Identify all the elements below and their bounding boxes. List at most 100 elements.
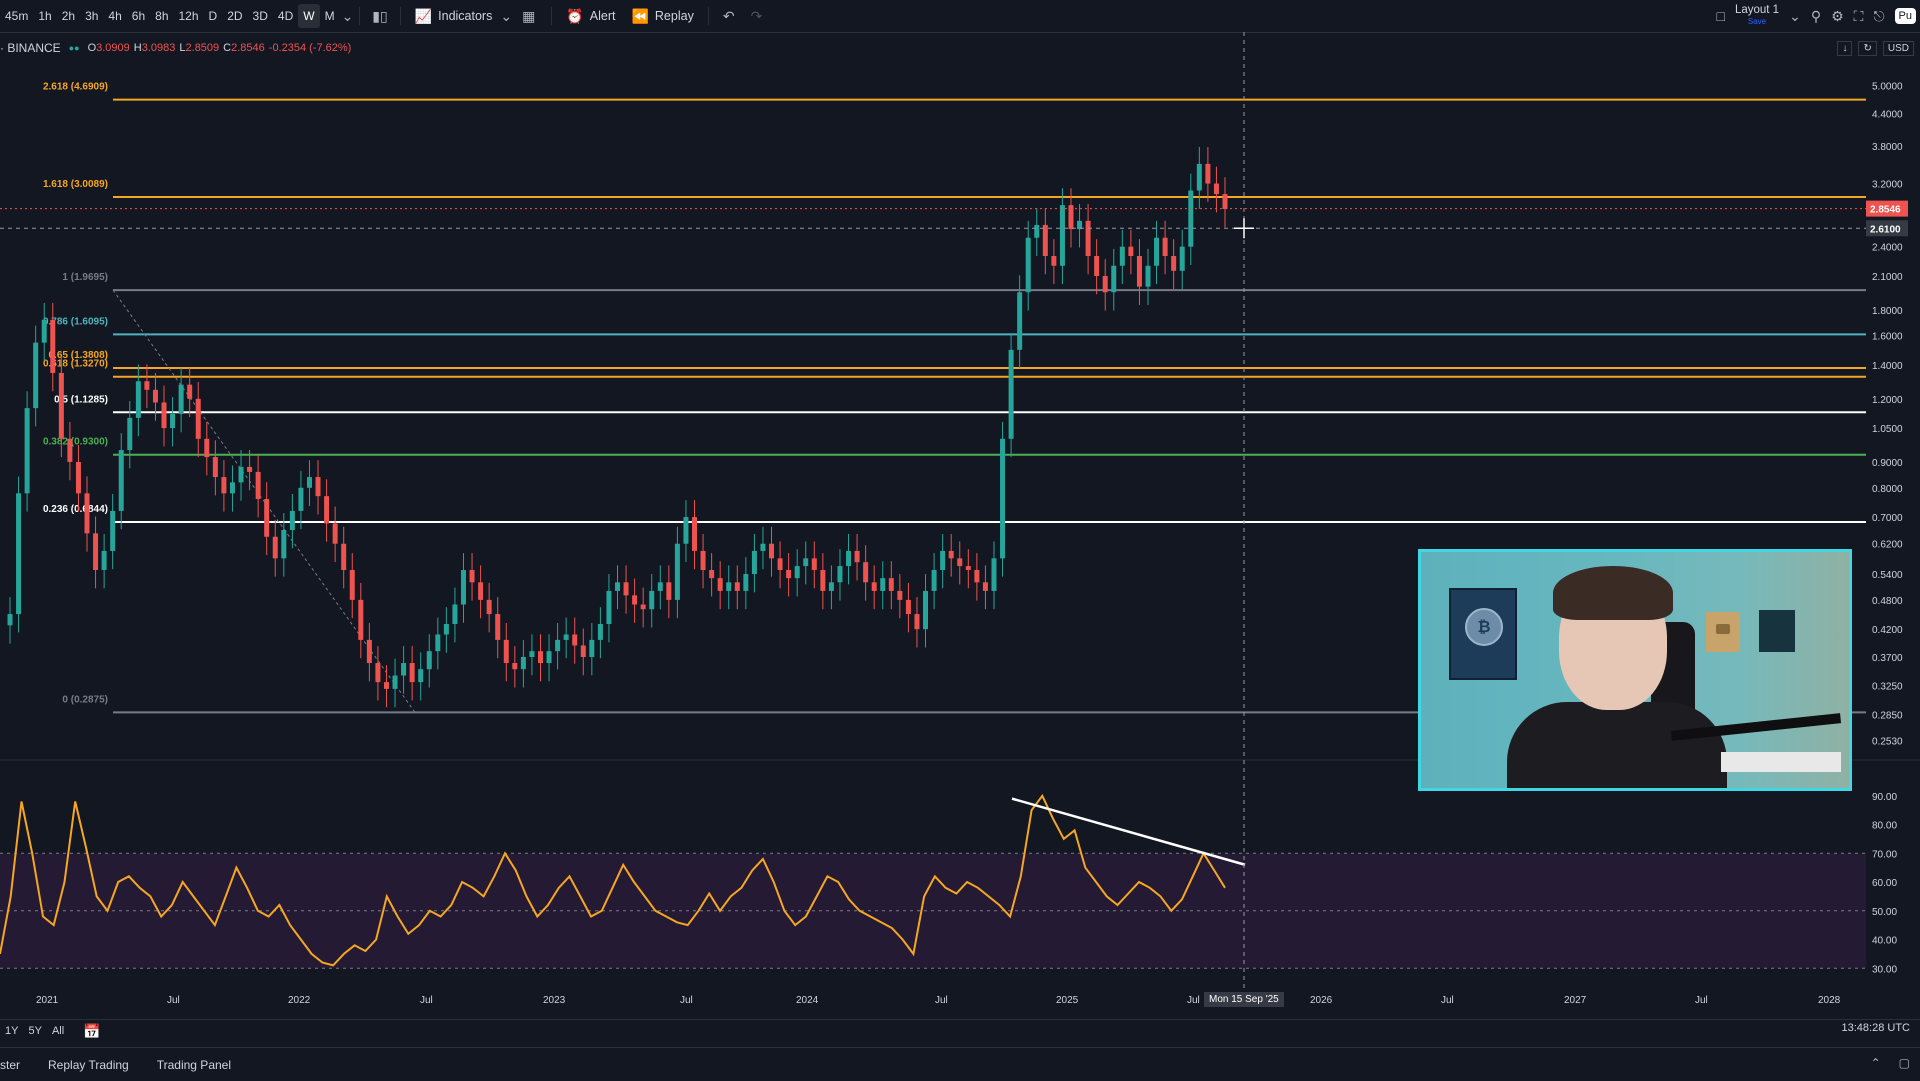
candle-body (529, 651, 535, 658)
candle-body (349, 570, 355, 600)
candle-body (341, 543, 347, 571)
layout-name: Layout 1 (1734, 4, 1780, 16)
panel-tab[interactable]: Trading Panel (143, 1058, 245, 1072)
panel-tab[interactable]: Replay Trading (34, 1058, 143, 1072)
timeframe-6h[interactable]: 6h (127, 4, 150, 28)
timeframe-D[interactable]: D (204, 4, 223, 28)
candle-body (923, 590, 929, 630)
candle-body (1102, 275, 1108, 293)
candle-body (974, 570, 980, 583)
price-tick-label: 0.7000 (1872, 513, 1903, 524)
candle-body (460, 570, 466, 605)
timeframe-3D[interactable]: 3D (248, 4, 273, 28)
candle-body (152, 389, 158, 403)
clock[interactable]: 13:48:28 UTC (1842, 1022, 1910, 1034)
candlestick-type-icon[interactable]: ▮▯ (366, 8, 393, 25)
candle-body (1034, 224, 1040, 238)
divider (359, 7, 361, 25)
price-tick-label: 0.6200 (1872, 540, 1903, 551)
range-button-all[interactable]: All (47, 1025, 69, 1037)
range-bar: 1Y 5Y All 📅 (0, 1019, 1920, 1042)
timeframe-2h[interactable]: 2h (57, 4, 80, 28)
timeframe-M[interactable]: M (320, 4, 340, 28)
fib-level-label: 2.618 (4.6909) (43, 82, 108, 93)
chevron-down-icon[interactable]: ⌄ (500, 8, 512, 25)
chevron-down-icon[interactable]: ⌄ (1789, 8, 1801, 25)
candle-body (1085, 220, 1091, 257)
candle-body (512, 663, 518, 670)
candle-body (41, 319, 47, 343)
candle-body (435, 634, 441, 652)
candle-body (255, 471, 261, 500)
candle-body (1213, 183, 1219, 195)
candle-body (837, 566, 843, 583)
candle-body (794, 566, 800, 579)
replay-button[interactable]: ⏪ Replay (623, 4, 701, 28)
camera-icon[interactable]: ⎋ (1873, 8, 1884, 25)
layout-button[interactable]: Layout 1 Save (1734, 4, 1780, 27)
gear-icon[interactable]: ⚙ (1831, 8, 1844, 25)
maximize-panel-icon[interactable]: ▢ (1899, 1056, 1910, 1070)
timeframe-1h[interactable]: 1h (33, 4, 56, 28)
layout-square-icon[interactable]: □ (1716, 8, 1724, 24)
rsi-tick-label: 90.00 (1872, 792, 1897, 803)
candle-body (1008, 349, 1014, 439)
candle-body (632, 595, 638, 605)
divider (399, 7, 401, 25)
candle-body (863, 562, 869, 583)
undo-icon[interactable]: ↶ (715, 8, 743, 25)
alert-label: Alert (589, 9, 616, 23)
candle-body (1017, 292, 1023, 350)
candle-body (760, 543, 766, 551)
candle-body (597, 624, 603, 640)
candle-body (1222, 194, 1228, 209)
candle-body (580, 645, 586, 658)
search-icon[interactable]: ⚲ (1811, 8, 1821, 25)
timeframe-W[interactable]: W (298, 4, 320, 28)
range-button-5y[interactable]: 5Y (23, 1025, 46, 1037)
candle-body (769, 543, 775, 559)
candle-body (657, 582, 663, 591)
toolbar-right: □ Layout 1 Save ⌄ ⚲ ⚙ ⛶ ⎋ Pu (1716, 0, 1920, 32)
price-tick-label: 0.3250 (1872, 681, 1903, 692)
price-tick-label: 0.5400 (1872, 570, 1903, 581)
indicators-button[interactable]: 📈 Indicators (407, 4, 501, 28)
candle-body (914, 614, 920, 630)
timeframe-12h[interactable]: 12h (174, 4, 204, 28)
price-badge-label: 2.6100 (1870, 224, 1901, 235)
panel-tab[interactable]: ster (0, 1058, 34, 1072)
top-toolbar: 45m 1h 2h 3h 4h 6h 8h 12h D 2D 3D 4D W M ⌄ ▮▯ 📈 Indic… (0, 0, 1920, 33)
timeframe-8h[interactable]: 8h (150, 4, 173, 28)
fib-level-label: 0 (0.2875) (62, 694, 108, 705)
publish-button[interactable]: Pu (1894, 8, 1916, 24)
timeframe-4D[interactable]: 4D (273, 4, 298, 28)
fullscreen-icon[interactable]: ⛶ (1854, 8, 1864, 25)
bottom-panel-tabs: ster Replay Trading Trading Panel ⌃ ▢ (0, 1047, 1920, 1081)
crosshair-time-badge: Mon 15 Sep '25 (1204, 992, 1284, 1007)
time-axis-label: 2021 (36, 995, 59, 1006)
candle-body (717, 578, 723, 591)
timeframe-2D[interactable]: 2D (222, 4, 247, 28)
candle-body (324, 496, 330, 524)
candle-body (478, 582, 484, 600)
price-tick-label: 1.4000 (1872, 361, 1903, 372)
timeframe-3h[interactable]: 3h (80, 4, 103, 28)
chevron-down-icon[interactable]: ⌄ (342, 8, 354, 25)
candle-body (520, 657, 526, 670)
calendar-icon[interactable]: 📅 (83, 1023, 100, 1040)
candle-body (948, 550, 954, 559)
candle-body (820, 570, 826, 591)
price-chart[interactable]: 5.0000 4.4000 3.8000 3.2000 2.4000 2.1000 1.80… (0, 32, 1920, 1018)
collapse-panel-icon[interactable]: ⌃ (1871, 1056, 1881, 1070)
time-axis-label: 2023 (543, 995, 566, 1006)
candle-body (33, 342, 39, 409)
timeframe-45m[interactable]: 45m (0, 4, 33, 28)
templates-grid-icon[interactable]: ▦ (512, 8, 545, 25)
price-tick-label: 0.9000 (1872, 458, 1903, 469)
price-tick-label: 3.2000 (1872, 180, 1903, 191)
timeframe-4h[interactable]: 4h (103, 4, 126, 28)
range-button-1y[interactable]: 1Y (0, 1025, 23, 1037)
redo-icon[interactable]: ↷ (743, 8, 771, 25)
candle-body (1136, 256, 1142, 287)
alert-button[interactable]: ⏰ Alert (558, 4, 623, 28)
